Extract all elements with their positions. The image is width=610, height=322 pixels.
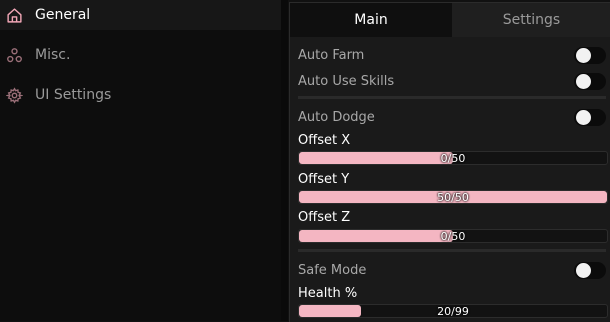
sidebar-item-label: Misc. bbox=[35, 47, 71, 63]
settings-panel: Main Settings Auto Farm Auto Use Skills … bbox=[289, 2, 610, 322]
toggle-knob bbox=[576, 73, 591, 89]
sidebar: General Misc. UI Settings bbox=[0, 0, 281, 321]
tab-main[interactable]: Main bbox=[290, 3, 452, 37]
sidebar-item-general[interactable]: General bbox=[0, 0, 281, 30]
slider-value: 20/99 bbox=[437, 304, 469, 318]
auto-farm-toggle[interactable] bbox=[574, 46, 606, 64]
sidebar-divider bbox=[281, 0, 288, 321]
offset-z-label: Offset Z bbox=[298, 210, 351, 225]
sidebar-item-misc[interactable]: Misc. bbox=[0, 40, 281, 70]
auto-use-skills-row: Auto Use Skills bbox=[298, 71, 608, 91]
sidebar-item-ui-settings[interactable]: UI Settings bbox=[0, 80, 281, 110]
auto-dodge-toggle[interactable] bbox=[574, 108, 606, 126]
safe-mode-toggle[interactable] bbox=[574, 261, 606, 279]
offset-x-slider[interactable]: 0/50 bbox=[298, 151, 608, 165]
toggle-knob bbox=[576, 262, 591, 278]
safe-mode-row: Safe Mode bbox=[298, 260, 608, 280]
auto-use-skills-toggle[interactable] bbox=[574, 72, 606, 90]
health-label: Health % bbox=[298, 286, 358, 301]
offset-x-label: Offset X bbox=[298, 133, 351, 148]
nodes-icon bbox=[5, 46, 23, 64]
tab-bar: Main Settings bbox=[290, 3, 610, 37]
slider-value: 0/50 bbox=[440, 151, 466, 165]
auto-dodge-label: Auto Dodge bbox=[298, 109, 375, 125]
toggle-knob bbox=[576, 47, 591, 63]
offset-y-label: Offset Y bbox=[298, 172, 350, 187]
auto-farm-row: Auto Farm bbox=[298, 45, 608, 65]
toggle-knob bbox=[576, 109, 591, 125]
auto-use-skills-label: Auto Use Skills bbox=[298, 73, 395, 89]
slider-value: 50/50 bbox=[437, 190, 469, 204]
auto-dodge-row: Auto Dodge bbox=[298, 107, 608, 127]
sidebar-item-label: UI Settings bbox=[35, 87, 112, 103]
slider-value: 0/50 bbox=[440, 229, 466, 243]
section-separator bbox=[298, 96, 606, 99]
gear-icon bbox=[5, 86, 23, 104]
home-icon bbox=[5, 6, 23, 24]
auto-farm-label: Auto Farm bbox=[298, 47, 365, 63]
section-separator bbox=[298, 249, 606, 252]
sidebar-item-label: General bbox=[35, 7, 91, 23]
safe-mode-label: Safe Mode bbox=[298, 262, 367, 278]
tab-settings[interactable]: Settings bbox=[452, 3, 610, 37]
offset-y-slider[interactable]: 50/50 bbox=[298, 190, 608, 204]
health-slider[interactable]: 20/99 bbox=[298, 304, 608, 318]
offset-z-slider[interactable]: 0/50 bbox=[298, 229, 608, 243]
